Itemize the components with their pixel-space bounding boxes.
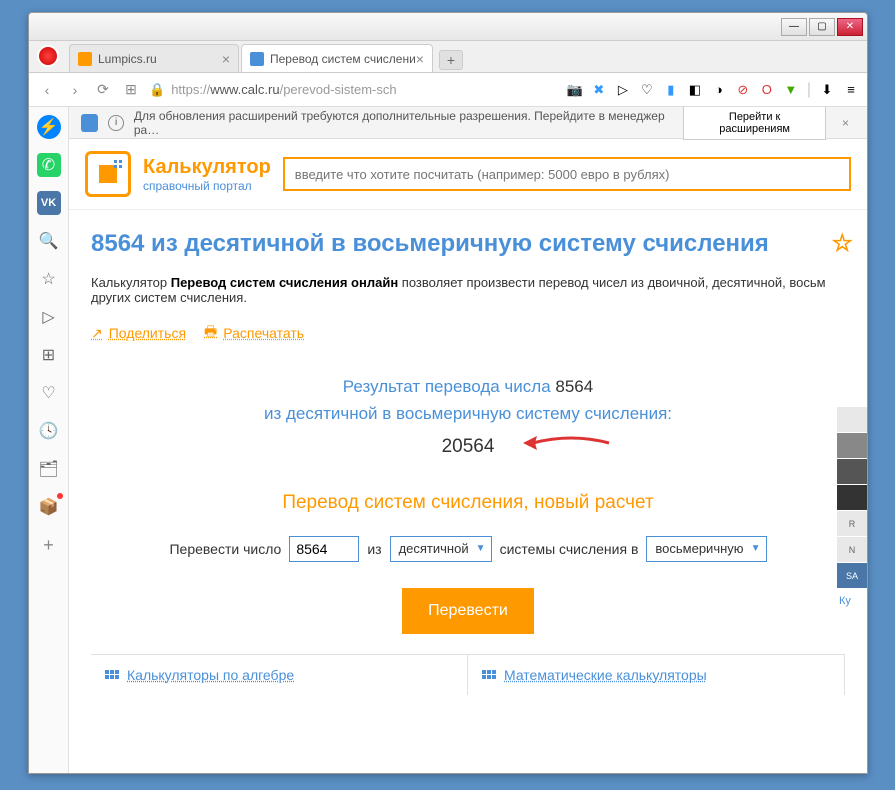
favicon-icon: [250, 52, 264, 66]
camera-icon[interactable]: 📷: [567, 82, 583, 98]
share-icon: ↗: [91, 325, 103, 342]
goto-extensions-button[interactable]: Перейти к расширениям: [683, 107, 826, 140]
forward-button[interactable]: ›: [65, 80, 85, 100]
opera-sidebar: ⚡ ✆ VK 🔍 ☆ ▷ ⊞ ♡ 🕓 🗂 📦 +: [29, 107, 69, 773]
ext-icon[interactable]: ▮: [663, 82, 679, 98]
algebra-calcs-link[interactable]: Калькуляторы по алгебре: [91, 655, 468, 695]
maximize-button[interactable]: ▢: [809, 18, 835, 36]
ext-icon[interactable]: ◑: [711, 82, 727, 98]
tab-label: Перевод систем счислени: [270, 52, 416, 66]
close-tab-icon[interactable]: ×: [416, 51, 424, 67]
ext-icon[interactable]: ◧: [687, 82, 703, 98]
url-field[interactable]: 🔒 https://www.calc.ru/perevod-sistem-sch: [149, 78, 559, 102]
info-icon: i: [108, 115, 124, 131]
tab-strip: Lumpics.ru × Перевод систем счислени × +: [29, 41, 867, 73]
messenger-icon[interactable]: ⚡: [37, 115, 61, 139]
new-tab-button[interactable]: +: [439, 50, 463, 70]
print-icon: 🖶: [204, 321, 217, 345]
grid-icon: [482, 670, 496, 679]
site-header: Калькулятор справочный портал: [69, 139, 867, 210]
convert-button[interactable]: Перевести: [402, 588, 534, 634]
to-system-select[interactable]: восьмеричную: [646, 536, 766, 562]
ext-icon[interactable]: ▷: [615, 82, 631, 98]
opera-logo-icon[interactable]: [37, 45, 59, 67]
shield-icon[interactable]: ▼: [783, 82, 799, 98]
add-sidebar-button[interactable]: +: [37, 533, 61, 557]
address-bar: ‹ › ⟳ ⊞ 🔒 https://www.calc.ru/perevod-si…: [29, 73, 867, 107]
math-calcs-link[interactable]: Математические калькуляторы: [468, 655, 845, 695]
brand-title: Калькулятор: [143, 156, 271, 179]
from-system-select[interactable]: десятичной: [390, 536, 492, 562]
page-description: Калькулятор Перевод систем счисления онл…: [91, 275, 845, 305]
grid-icon: [105, 670, 119, 679]
notification-text: Для обновления расширений требуются допо…: [134, 109, 673, 137]
tab-label: Lumpics.ru: [98, 52, 157, 66]
favorite-star-icon[interactable]: ☆: [831, 228, 853, 259]
heart-icon[interactable]: ♡: [639, 82, 655, 98]
tab-calc[interactable]: Перевод систем счислени ×: [241, 44, 433, 72]
lock-icon: 🔒: [149, 82, 165, 98]
extension-icons: 📷 ✖ ▷ ♡ ▮ ◧ ◑ ⊘ O ▼ | ⬇ ≡: [567, 81, 859, 99]
reload-button[interactable]: ⟳: [93, 80, 113, 100]
site-logo-icon[interactable]: [85, 151, 131, 197]
favicon-icon: [78, 52, 92, 66]
minimize-button[interactable]: —: [781, 18, 807, 36]
vk-icon[interactable]: VK: [37, 191, 61, 215]
news-icon[interactable]: ▷: [37, 305, 61, 329]
color-strip: R N SA Ку: [837, 407, 867, 613]
search-icon[interactable]: 🔍: [37, 229, 61, 253]
arrow-annotation-icon: [521, 431, 611, 455]
new-calc-heading: Перевод систем счисления, новый расчет: [91, 492, 845, 514]
titlebar: — ▢ ✕: [29, 13, 867, 41]
result-box: Результат перевода числа 8564 из десятич…: [91, 373, 845, 462]
notification-bar: i Для обновления расширений требуются до…: [69, 107, 867, 139]
whatsapp-icon[interactable]: ✆: [37, 153, 61, 177]
download-icon[interactable]: ⬇: [819, 82, 835, 98]
heart-icon[interactable]: ♡: [37, 381, 61, 405]
brand-subtitle: справочный портал: [143, 179, 271, 193]
box-icon[interactable]: 📦: [37, 495, 61, 519]
browser-window: — ▢ ✕ Lumpics.ru × Перевод систем счисле…: [28, 12, 868, 774]
print-link[interactable]: 🖶Распечатать: [204, 321, 304, 345]
history-icon[interactable]: 🕓: [37, 419, 61, 443]
page-content: i Для обновления расширений требуются до…: [69, 107, 867, 773]
apps-icon[interactable]: ⊞: [37, 343, 61, 367]
speed-dial-button[interactable]: ⊞: [121, 80, 141, 100]
save-icon[interactable]: 🗂: [37, 457, 61, 481]
bookmark-icon[interactable]: ☆: [37, 267, 61, 291]
back-button[interactable]: ‹: [37, 80, 57, 100]
conversion-form: Перевести число из десятичной системы сч…: [91, 536, 845, 562]
close-tab-icon[interactable]: ×: [222, 51, 230, 67]
tab-lumpics[interactable]: Lumpics.ru ×: [69, 44, 239, 72]
result-value: 20564: [91, 432, 845, 462]
menu-icon[interactable]: ≡: [843, 82, 859, 98]
share-link[interactable]: ↗Поделиться: [91, 321, 186, 345]
translate-icon[interactable]: [81, 114, 98, 132]
page-title: 8564 из десятичной в восьмеричную систем…: [91, 228, 845, 259]
close-notification-button[interactable]: ×: [836, 116, 855, 130]
opera-icon[interactable]: O: [759, 82, 775, 98]
ext-icon[interactable]: ✖: [591, 82, 607, 98]
close-window-button[interactable]: ✕: [837, 18, 863, 36]
number-input[interactable]: [289, 536, 359, 562]
ext-icon[interactable]: ⊘: [735, 82, 751, 98]
site-search-input[interactable]: [283, 157, 851, 191]
